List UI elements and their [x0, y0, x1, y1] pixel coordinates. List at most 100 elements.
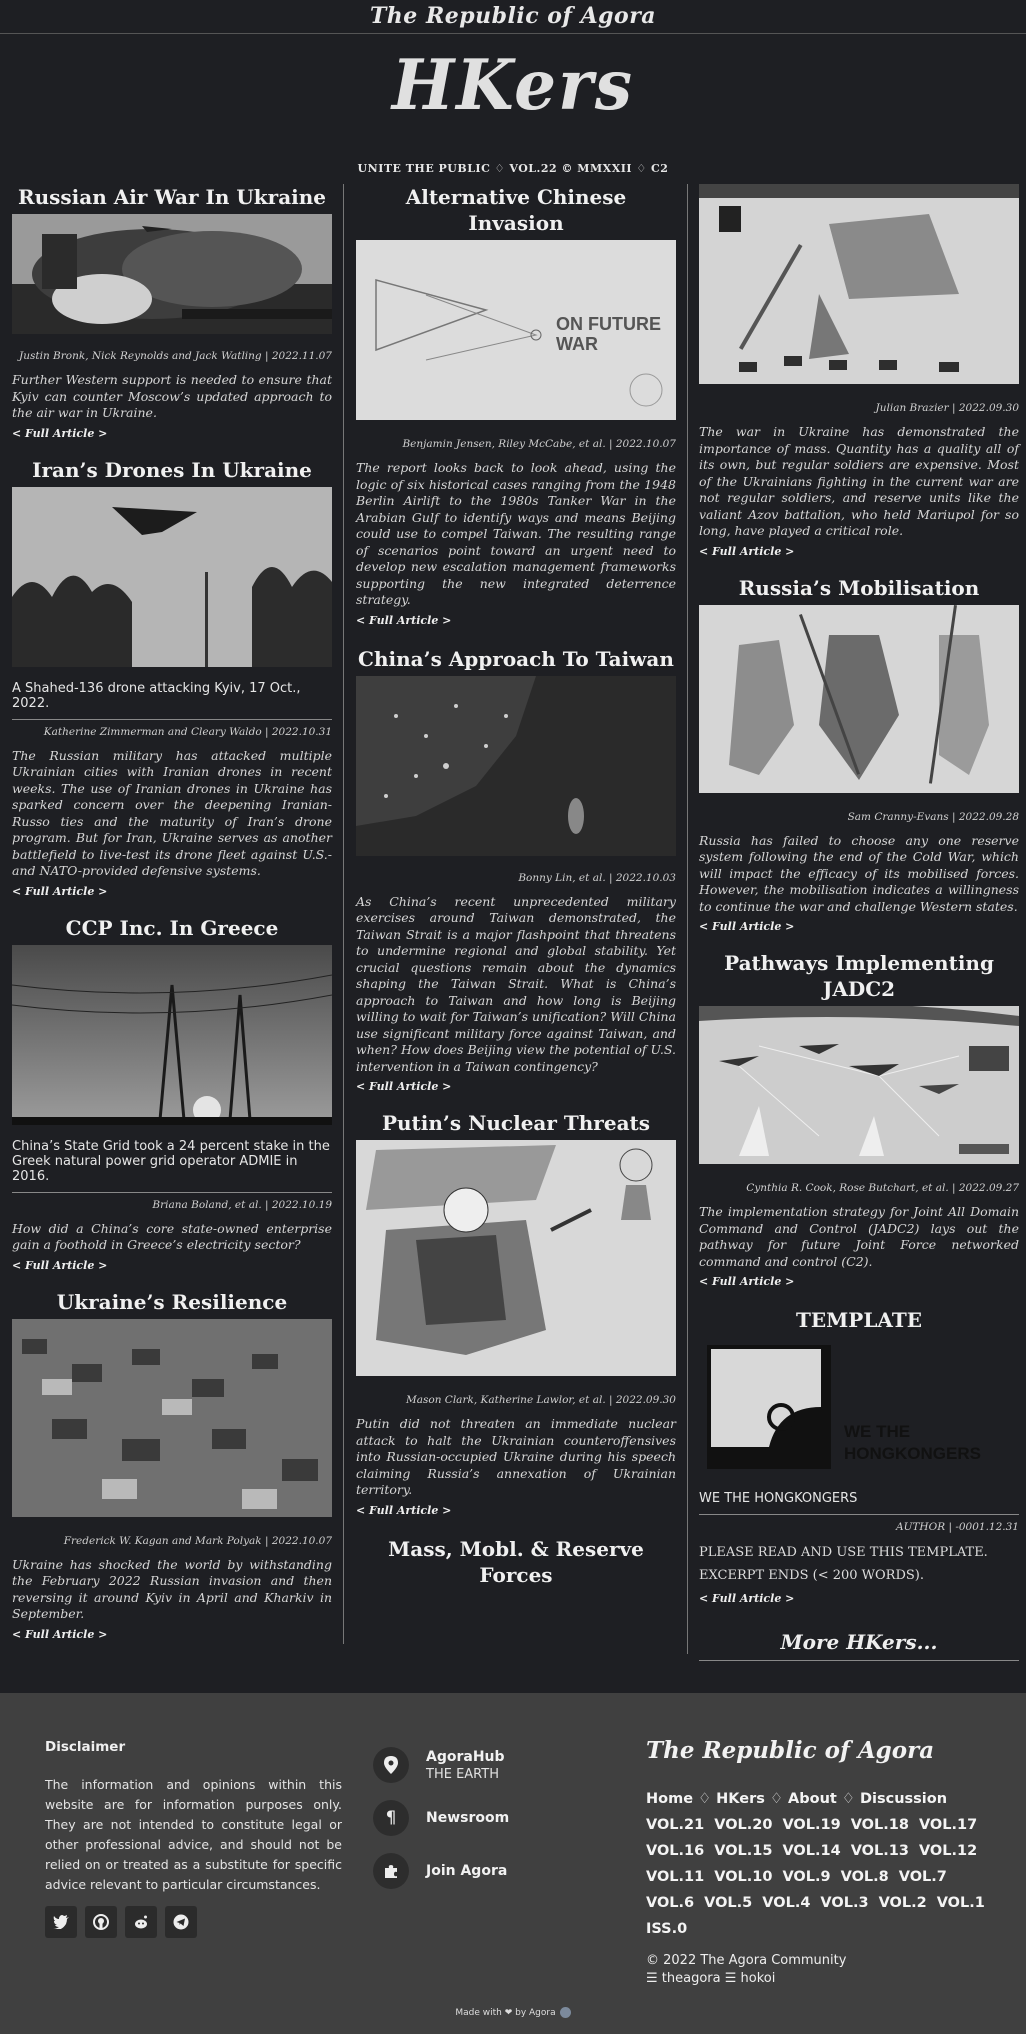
article-title[interactable]: Alternative Chinese Invasion [356, 184, 676, 236]
volume-link[interactable]: VOL.1 [937, 1890, 985, 1916]
volume-link[interactable]: VOL.17 [919, 1812, 977, 1838]
telegram-icon[interactable] [165, 1906, 197, 1938]
footer-brand[interactable]: The Republic of Agora [646, 1737, 1006, 1764]
caption-divider [699, 1514, 1019, 1515]
volume-link[interactable]: VOL.7 [899, 1864, 947, 1890]
reddit-icon[interactable] [125, 1906, 157, 1938]
full-article-link[interactable]: < Full Article > [699, 1592, 794, 1605]
article-image[interactable] [12, 214, 332, 334]
disclaimer-text: The information and opinions within this… [45, 1777, 342, 1892]
volume-link[interactable]: VOL.12 [919, 1838, 977, 1864]
volume-link[interactable]: VOL.4 [762, 1890, 810, 1916]
volume-link[interactable]: VOL.2 [879, 1890, 927, 1916]
article-title[interactable]: Russia’s Mobilisation [699, 575, 1019, 601]
article-byline: Justin Bronk, Nick Reynolds and Jack Wat… [19, 350, 332, 362]
article-byline: Mason Clark, Katherine Lawlor, et al. | … [405, 1394, 676, 1406]
article-image[interactable] [12, 486, 332, 667]
article-byline: Bonny Lin, et al. | 2022.10.03 [518, 871, 676, 884]
article-image[interactable] [12, 1318, 332, 1517]
column-divider [343, 184, 344, 1644]
nav-home[interactable]: Home [646, 1786, 693, 1812]
article-title[interactable]: Putin’s Nuclear Threats [356, 1110, 676, 1136]
column-divider [687, 184, 688, 1654]
volume-link[interactable]: VOL.21 [646, 1812, 704, 1838]
image-text: HONGKONGERS [844, 1444, 981, 1463]
article-image[interactable] [699, 1006, 1019, 1164]
nav-hkers[interactable]: HKers [716, 1786, 765, 1812]
github-icon[interactable] [85, 1906, 117, 1938]
article-nuclear: Putin’s Nuclear Threats Mason Clark, Kat… [356, 1110, 676, 1518]
volume-link[interactable]: VOL.8 [841, 1864, 889, 1890]
volume-link[interactable]: VOL.6 [646, 1890, 694, 1916]
volume-link[interactable]: VOL.14 [782, 1838, 840, 1864]
article-title[interactable]: CCP Inc. In Greece [12, 915, 332, 941]
handles[interactable]: ☰ theagora ☰ hokoi [646, 1970, 1006, 1988]
full-article-link[interactable]: < Full Article > [356, 1080, 451, 1093]
volume-link[interactable]: VOL.13 [851, 1838, 909, 1864]
article-excerpt: PLEASE READ AND USE THIS TEMPLATE. [699, 1545, 988, 1560]
more-hkers-link[interactable]: More HKers... [699, 1630, 1019, 1654]
nav-separator: ♢ [698, 1791, 712, 1807]
volume-link[interactable]: VOL.9 [782, 1864, 830, 1890]
article-title[interactable]: China’s Approach To Taiwan [356, 646, 676, 672]
link-title[interactable]: Newsroom [426, 1810, 509, 1826]
footer: Disclaimer The information and opinions … [0, 1693, 1026, 2034]
full-article-link[interactable]: < Full Article > [12, 1628, 107, 1641]
article-title[interactable]: Iran’s Drones In Ukraine [12, 457, 332, 483]
volume-link[interactable]: VOL.16 [646, 1838, 704, 1864]
pilcrow-icon: ¶ [373, 1800, 409, 1836]
article-taiwan: China’s Approach To Taiwan Bonny Lin, et… [356, 646, 676, 1095]
article-title[interactable]: Mass, Mobl. & Reserve Forces [356, 1536, 676, 1588]
article-image[interactable] [699, 604, 1019, 793]
article-title[interactable]: Pathways Implementing JADC2 [699, 950, 1019, 1002]
newsroom-link[interactable]: ¶ Newsroom [373, 1800, 623, 1836]
nav-about[interactable]: About [788, 1786, 837, 1812]
article-image[interactable] [356, 675, 676, 856]
hkers-logo[interactable]: HKers [0, 50, 1026, 119]
article-excerpt: The implementation strategy for Joint Al… [699, 1204, 1019, 1269]
column-middle: Alternative Chinese Invasion ON FUTURE W… [356, 184, 676, 1592]
link-title[interactable]: AgoraHub [426, 1749, 505, 1765]
join-agora-link[interactable]: Join Agora [373, 1853, 623, 1889]
full-article-link[interactable]: < Full Article > [356, 614, 451, 627]
article-mass-title: Mass, Mobl. & Reserve Forces [356, 1536, 676, 1588]
article-image[interactable]: WE THE HONGKONGERS [699, 1337, 1019, 1477]
article-image[interactable] [12, 944, 332, 1125]
volume-link[interactable]: ISS.0 [646, 1916, 687, 1942]
volume-link[interactable]: VOL.15 [714, 1838, 772, 1864]
article-drones: Iran’s Drones In Ukraine A Shahed-136 dr… [12, 457, 332, 899]
image-caption: WE THE HONGKONGERS [699, 1491, 858, 1506]
puzzle-icon [373, 1853, 409, 1889]
article-title[interactable]: Russian Air War In Ukraine [12, 184, 332, 210]
full-article-link[interactable]: < Full Article > [699, 545, 794, 558]
full-article-link[interactable]: < Full Article > [12, 427, 107, 440]
full-article-link[interactable]: < Full Article > [699, 1275, 794, 1288]
article-image[interactable]: ON FUTURE WAR [356, 240, 676, 420]
article-title[interactable]: TEMPLATE [699, 1307, 1019, 1333]
made-with: Made with ❤ by Agora [0, 2007, 1026, 2018]
agorahub-link[interactable]: AgoraHub THE EARTH [373, 1747, 623, 1783]
article-image[interactable] [699, 184, 1019, 384]
more-divider [699, 1660, 1019, 1661]
volume-link[interactable]: VOL.11 [646, 1864, 704, 1890]
article-excerpt: Russia has failed to choose any one rese… [699, 832, 1019, 914]
article-byline: Frederick W. Kagan and Mark Polyak | 202… [63, 1534, 332, 1547]
full-article-link[interactable]: < Full Article > [12, 1259, 107, 1272]
full-article-link[interactable]: < Full Article > [356, 1504, 451, 1517]
site-title[interactable]: The Republic of Agora [370, 3, 656, 29]
link-title[interactable]: Join Agora [426, 1863, 507, 1879]
article-title[interactable]: Ukraine’s Resilience [12, 1289, 332, 1315]
nav-discussion[interactable]: Discussion [860, 1786, 947, 1812]
full-article-link[interactable]: < Full Article > [12, 885, 107, 898]
volume-link[interactable]: VOL.18 [851, 1812, 909, 1838]
volume-link[interactable]: VOL.10 [714, 1864, 772, 1890]
volume-link[interactable]: VOL.20 [714, 1812, 772, 1838]
volume-link[interactable]: VOL.3 [820, 1890, 868, 1916]
volume-link[interactable]: VOL.5 [704, 1890, 752, 1916]
full-article-link[interactable]: < Full Article > [699, 920, 794, 933]
volume-link[interactable]: VOL.19 [782, 1812, 840, 1838]
article-image[interactable] [356, 1140, 676, 1376]
disclaimer: Disclaimer The information and opinions … [45, 1739, 342, 1895]
twitter-icon[interactable] [45, 1906, 77, 1938]
column-right: Julian Brazier | 2022.09.30 The war in U… [699, 184, 1019, 1661]
